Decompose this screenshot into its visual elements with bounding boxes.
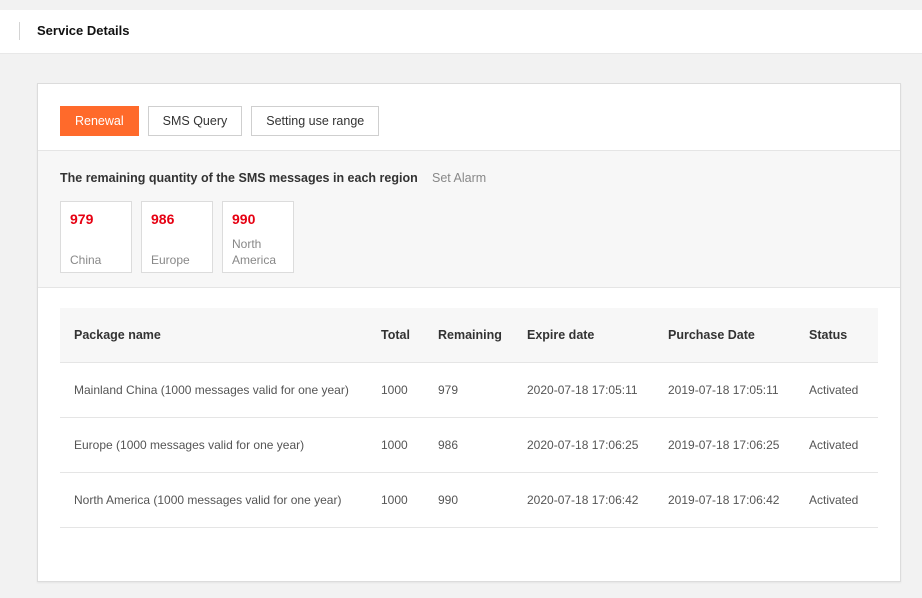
sms-query-button[interactable]: SMS Query xyxy=(147,106,243,136)
page-header: Service Details xyxy=(0,10,922,54)
table-header-row: Package name Total Remaining Expire date… xyxy=(60,308,878,363)
status-cell: Activated xyxy=(795,472,878,528)
remaining-cell: 979 xyxy=(424,362,513,418)
total-cell: 1000 xyxy=(367,472,424,528)
region-name: North America xyxy=(232,237,277,267)
expire-date-cell: 2020-07-18 17:05:11 xyxy=(513,362,654,418)
expire-date-cell: 2020-07-18 17:06:42 xyxy=(513,472,654,528)
setting-use-range-button[interactable]: Setting use range xyxy=(251,106,380,136)
remaining-cell: 990 xyxy=(424,472,513,528)
package-table: Package name Total Remaining Expire date… xyxy=(60,308,878,528)
region-count: 990 xyxy=(232,211,256,227)
purchase-date-cell: 2019-07-18 17:05:11 xyxy=(654,362,795,418)
table-row: North America (1000 messages valid for o… xyxy=(60,472,878,528)
set-alarm-link[interactable]: Set Alarm xyxy=(432,171,486,185)
region-section: The remaining quantity of the SMS messag… xyxy=(38,150,900,288)
region-card-europe: 986 Europe xyxy=(141,201,213,273)
total-cell: 1000 xyxy=(367,417,424,473)
column-header-status: Status xyxy=(795,308,878,363)
page-title: Service Details xyxy=(37,23,130,38)
expire-date-cell: 2020-07-18 17:06:25 xyxy=(513,417,654,473)
region-name: Europe xyxy=(151,253,190,267)
column-header-remaining: Remaining xyxy=(424,308,513,363)
service-card: Renewal SMS Query Setting use range The … xyxy=(37,83,901,582)
renewal-button[interactable]: Renewal xyxy=(60,106,139,136)
status-cell: Activated xyxy=(795,362,878,418)
total-cell: 1000 xyxy=(367,362,424,418)
package-name-cell: North America (1000 messages valid for o… xyxy=(60,472,367,528)
column-header-package-name: Package name xyxy=(60,308,367,363)
region-count: 979 xyxy=(70,211,94,227)
package-name-cell: Mainland China (1000 messages valid for … xyxy=(60,362,367,418)
status-cell: Activated xyxy=(795,417,878,473)
region-count: 986 xyxy=(151,211,175,227)
header-divider xyxy=(19,22,20,40)
package-name-cell: Europe (1000 messages valid for one year… xyxy=(60,417,367,473)
table-row: Europe (1000 messages valid for one year… xyxy=(60,417,878,473)
purchase-date-cell: 2019-07-18 17:06:25 xyxy=(654,417,795,473)
purchase-date-cell: 2019-07-18 17:06:42 xyxy=(654,472,795,528)
top-strip xyxy=(0,0,922,10)
region-title: The remaining quantity of the SMS messag… xyxy=(60,171,418,185)
column-header-expire-date: Expire date xyxy=(513,308,654,363)
table-row: Mainland China (1000 messages valid for … xyxy=(60,362,878,418)
region-name: China xyxy=(70,253,102,267)
remaining-cell: 986 xyxy=(424,417,513,473)
column-header-total: Total xyxy=(367,308,424,363)
region-card-north-america: 990 North America xyxy=(222,201,294,273)
column-header-purchase-date: Purchase Date xyxy=(654,308,795,363)
toolbar: Renewal SMS Query Setting use range xyxy=(60,106,388,136)
region-card-china: 979 China xyxy=(60,201,132,273)
